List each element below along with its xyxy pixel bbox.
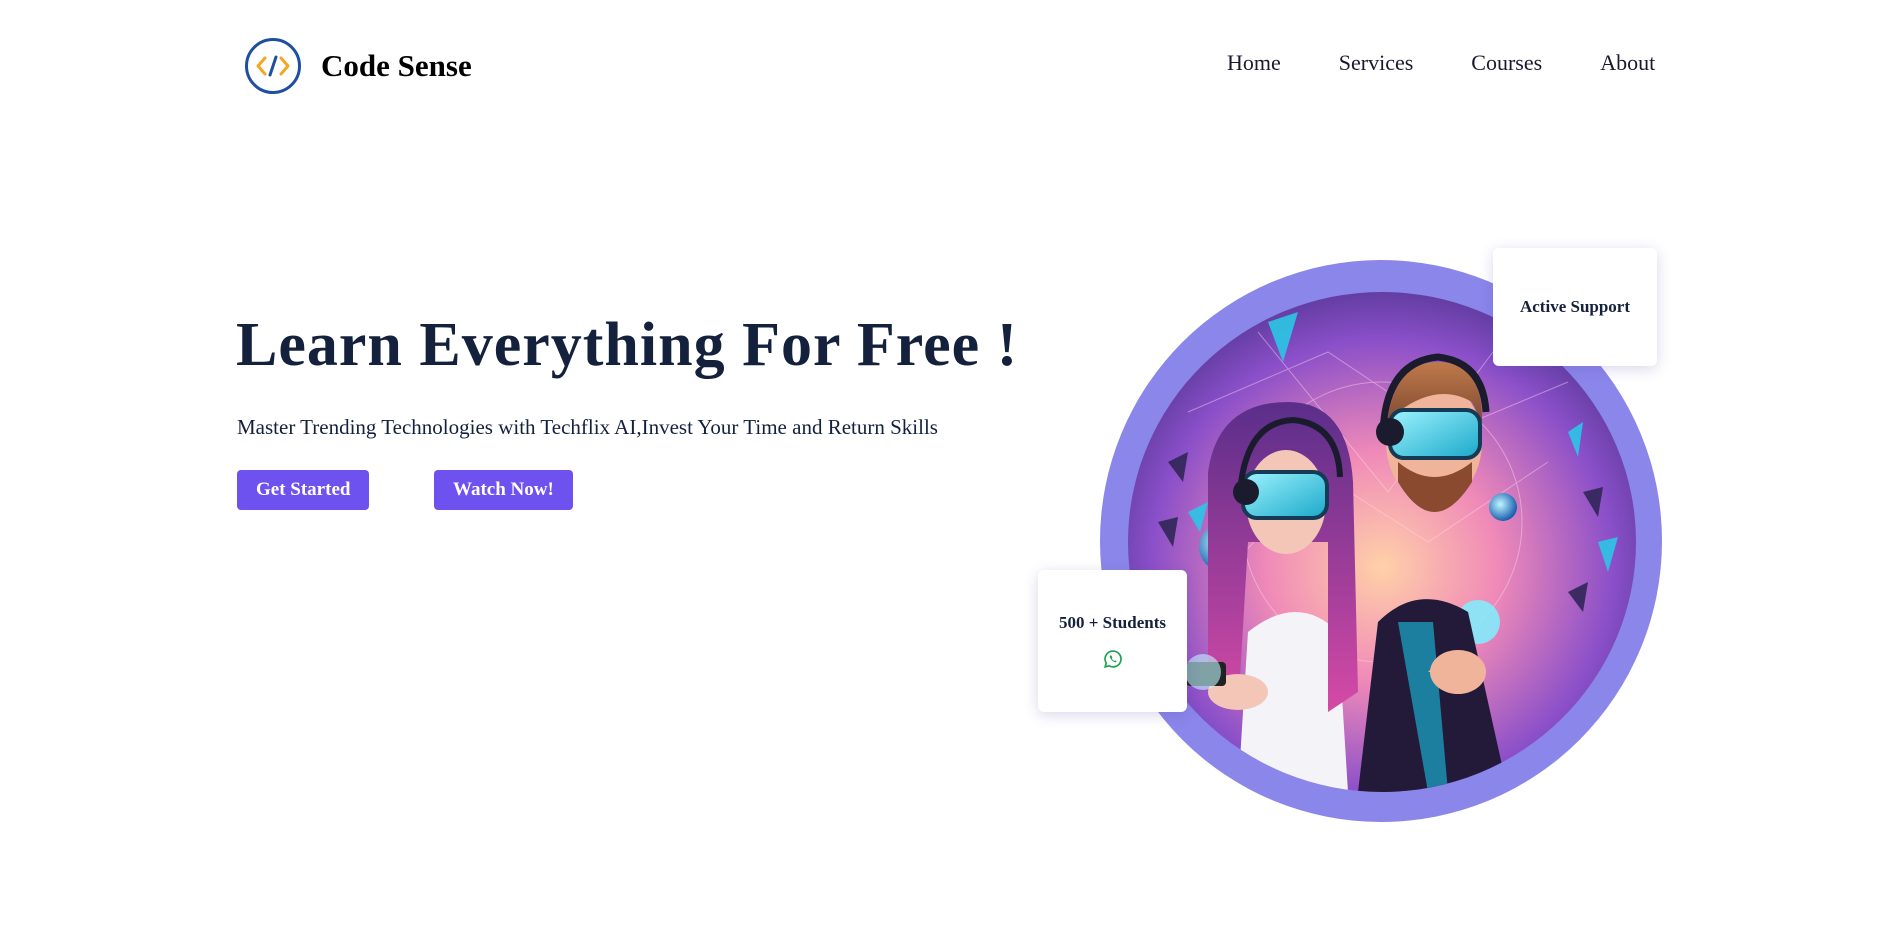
active-support-label: Active Support — [1519, 297, 1631, 316]
nav-about-link[interactable]: About — [1600, 50, 1655, 76]
nav-services-link[interactable]: Services — [1339, 50, 1414, 76]
watch-now-button[interactable]: Watch Now! — [434, 470, 573, 510]
hero-subtitle: Master Trending Technologies with Techfl… — [237, 415, 938, 439]
active-support-card: Active Support — [1493, 248, 1657, 366]
nav-courses-link[interactable]: Courses — [1471, 50, 1542, 76]
brand-logo[interactable]: Code Sense — [245, 36, 472, 96]
code-brackets-icon — [245, 38, 301, 94]
hero-title: Learn Everything For Free ! — [236, 311, 1019, 379]
students-card: 500 + Students — [1038, 570, 1187, 712]
nav-home-link[interactable]: Home — [1227, 50, 1281, 76]
whatsapp-icon[interactable] — [1103, 649, 1123, 669]
students-count-label: 500 + Students — [1059, 613, 1166, 632]
main-nav: Home Services Courses About — [1227, 50, 1655, 76]
hero-vr-illustration — [1128, 292, 1636, 792]
get-started-button[interactable]: Get Started — [237, 470, 370, 510]
brand-name: Code Sense — [321, 48, 472, 83]
